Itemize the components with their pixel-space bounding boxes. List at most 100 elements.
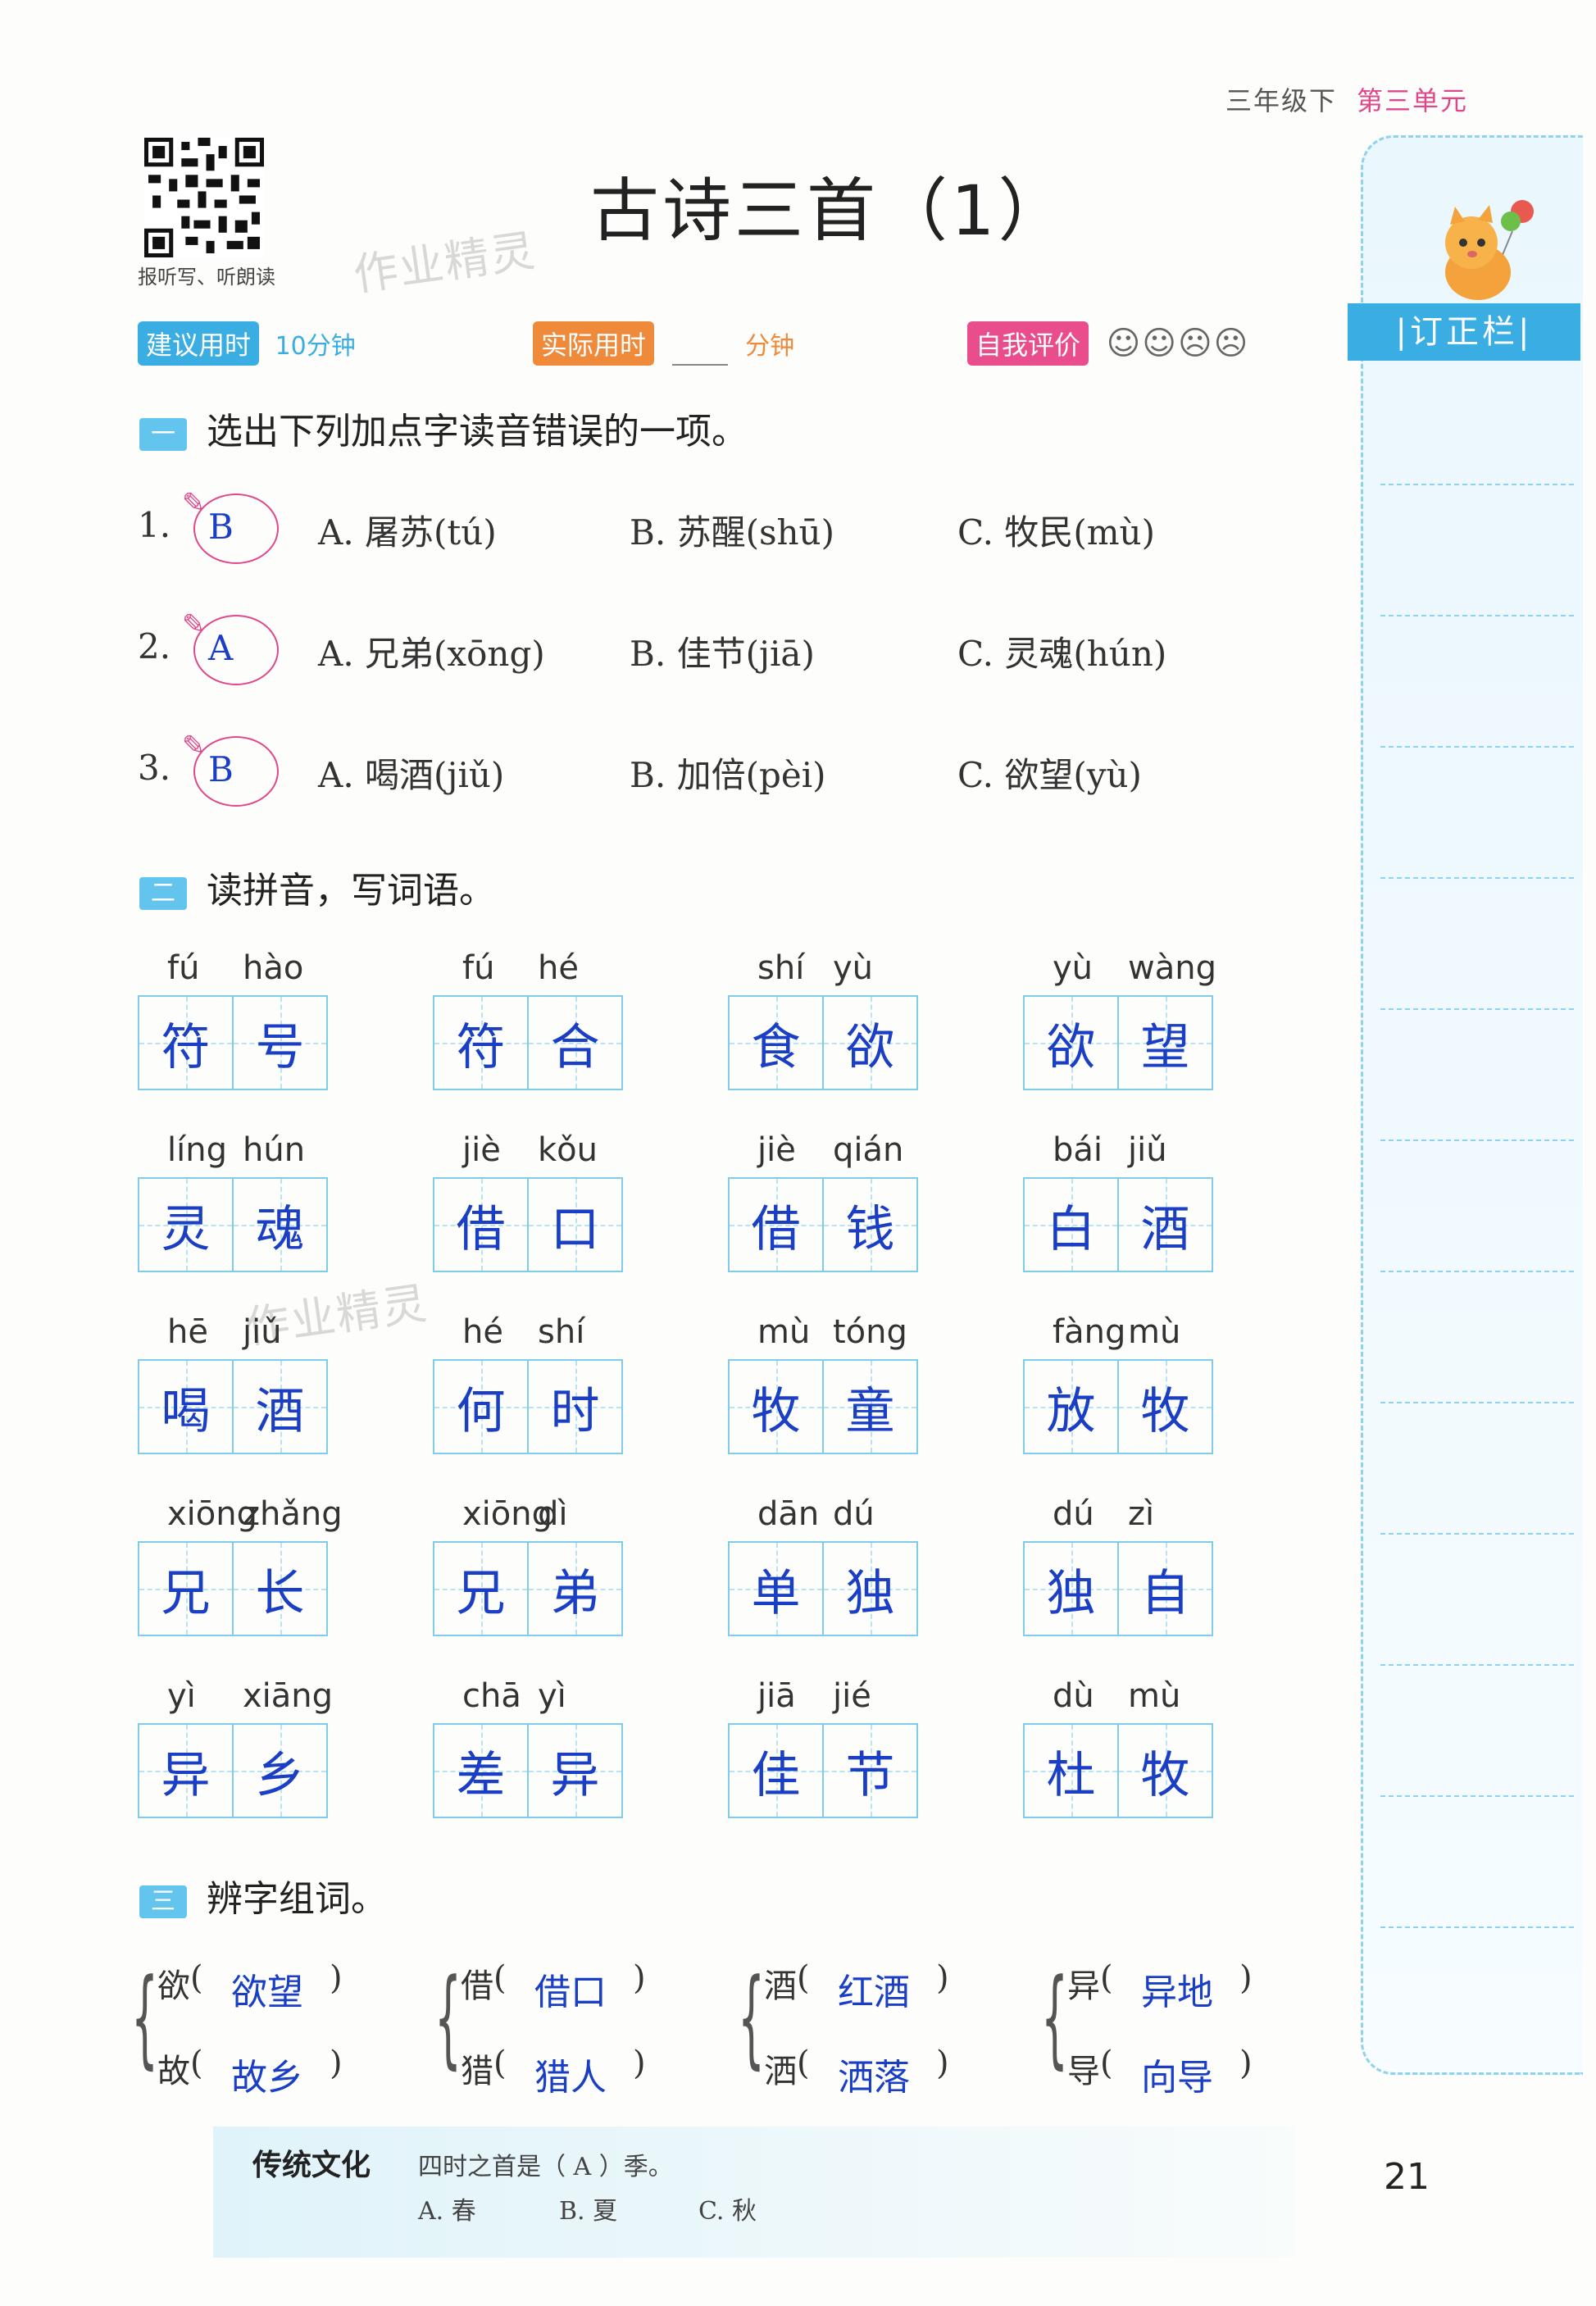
pinyin-2: xiāng — [243, 1677, 334, 1715]
tianzige-boxes[interactable]: 差异 — [433, 1723, 623, 1818]
close-paren: ) — [936, 2044, 949, 2082]
char-box[interactable]: 独 — [1025, 1543, 1119, 1635]
tianzige-boxes[interactable]: 单独 — [728, 1541, 918, 1636]
char-box[interactable]: 符 — [434, 997, 529, 1089]
pinyin: xiōng dì — [433, 1495, 623, 1541]
word-cell: hē jiǔ 喝酒 — [138, 1313, 328, 1454]
tianzige-boxes[interactable]: 食欲 — [728, 995, 918, 1090]
char-box[interactable]: 牧 — [1119, 1361, 1212, 1453]
char-box[interactable]: 望 — [1119, 997, 1212, 1089]
answer-word[interactable]: 异地 — [1141, 1963, 1213, 2015]
char-box[interactable]: 差 — [434, 1725, 529, 1817]
tianzige-boxes[interactable]: 符号 — [138, 995, 328, 1090]
tianzige-boxes[interactable]: 佳节 — [728, 1723, 918, 1818]
tianzige-boxes[interactable]: 欲望 — [1023, 995, 1213, 1090]
word-cell: jiè qián 借钱 — [728, 1131, 918, 1272]
tianzige-boxes[interactable]: 异乡 — [138, 1723, 328, 1818]
char-box[interactable]: 欲 — [1025, 997, 1119, 1089]
char-box[interactable]: 喝 — [139, 1361, 234, 1453]
char-box[interactable]: 牧 — [1119, 1725, 1212, 1817]
char-box[interactable]: 借 — [434, 1179, 529, 1271]
written-char: 时 — [550, 1382, 600, 1440]
answer-word[interactable]: 向导 — [1141, 2048, 1213, 2100]
written-char: 牧 — [1140, 1382, 1190, 1440]
char-box[interactable]: 符 — [139, 997, 234, 1089]
tianzige-boxes[interactable]: 符合 — [433, 995, 623, 1090]
char-box[interactable]: 独 — [824, 1543, 916, 1635]
answer-bubble[interactable] — [193, 493, 279, 564]
char-box[interactable]: 灵 — [139, 1179, 234, 1271]
char-box[interactable]: 何 — [434, 1361, 529, 1453]
char-box[interactable]: 牧 — [730, 1361, 824, 1453]
char-box[interactable]: 童 — [824, 1361, 916, 1453]
answer-word[interactable]: 洒落 — [838, 2048, 910, 2100]
char-box[interactable]: 节 — [824, 1725, 916, 1817]
section-1-number: 一 — [139, 417, 187, 451]
char-box[interactable]: 酒 — [234, 1361, 326, 1453]
char-box[interactable]: 长 — [234, 1543, 326, 1635]
char-box[interactable]: 口 — [529, 1179, 621, 1271]
char-box[interactable]: 白 — [1025, 1179, 1119, 1271]
char-box[interactable]: 兄 — [139, 1543, 234, 1635]
written-char: 自 — [1140, 1564, 1190, 1622]
char-box[interactable]: 借 — [730, 1179, 824, 1271]
char-box[interactable]: 欲 — [824, 997, 916, 1089]
char-box[interactable]: 号 — [234, 997, 326, 1089]
tianzige-boxes[interactable]: 放牧 — [1023, 1359, 1213, 1454]
tianzige-boxes[interactable]: 借钱 — [728, 1177, 918, 1272]
answer-bubble[interactable] — [193, 615, 279, 685]
tianzige-boxes[interactable]: 牧童 — [728, 1359, 918, 1454]
pinyin: líng hún — [138, 1131, 328, 1177]
tianzige-boxes[interactable]: 借口 — [433, 1177, 623, 1272]
char-box[interactable]: 兄 — [434, 1543, 529, 1635]
face-rating-icon[interactable]: ☺☺☹☹ — [1107, 325, 1250, 362]
char-box[interactable]: 自 — [1119, 1543, 1212, 1635]
answer-word[interactable]: 猎人 — [534, 2048, 607, 2100]
qr-code-icon[interactable] — [144, 138, 264, 257]
pinyin-1: dān — [757, 1495, 820, 1533]
char-box[interactable]: 单 — [730, 1543, 824, 1635]
char-box[interactable]: 时 — [529, 1361, 621, 1453]
answer-word[interactable]: 红酒 — [838, 1963, 910, 2015]
char-box[interactable]: 钱 — [824, 1179, 916, 1271]
char-box[interactable]: 食 — [730, 997, 824, 1089]
char-box[interactable]: 异 — [139, 1725, 234, 1817]
section-2-heading: 二读拼音，写词语。 — [139, 861, 495, 913]
word-cell: shí yù 食欲 — [728, 949, 918, 1090]
written-char: 欲 — [1046, 1018, 1096, 1076]
char-box[interactable]: 放 — [1025, 1361, 1119, 1453]
tianzige-boxes[interactable]: 白酒 — [1023, 1177, 1213, 1272]
char-box[interactable]: 弟 — [529, 1543, 621, 1635]
pinyin-2: tóng — [833, 1313, 907, 1351]
char-box[interactable]: 乡 — [234, 1725, 326, 1817]
tianzige-boxes[interactable]: 杜牧 — [1023, 1723, 1213, 1818]
char-box[interactable]: 异 — [529, 1725, 621, 1817]
written-char: 口 — [550, 1200, 600, 1258]
char-box[interactable]: 酒 — [1119, 1179, 1212, 1271]
answer-word[interactable]: 故乡 — [231, 2048, 303, 2100]
answer-word[interactable]: 借口 — [534, 1963, 607, 2015]
char-box[interactable]: 魂 — [234, 1179, 326, 1271]
char-box[interactable]: 合 — [529, 997, 621, 1089]
char-box[interactable]: 杜 — [1025, 1725, 1119, 1817]
tianzige-boxes[interactable]: 喝酒 — [138, 1359, 328, 1454]
pinyin-2: dì — [538, 1495, 568, 1533]
actual-unit: 分钟 — [745, 332, 795, 361]
char-box[interactable]: 佳 — [730, 1725, 824, 1817]
tianzige-boxes[interactable]: 独自 — [1023, 1541, 1213, 1636]
answer-bubble[interactable] — [193, 736, 279, 807]
correction-line — [1380, 746, 1574, 748]
tianzige-boxes[interactable]: 灵魂 — [138, 1177, 328, 1272]
written-char: 兄 — [456, 1564, 506, 1622]
answer-word[interactable]: 欲望 — [231, 1963, 303, 2015]
correction-line — [1380, 1926, 1574, 1928]
footer-option-b: B. 夏 — [559, 2197, 618, 2226]
tianzige-boxes[interactable]: 兄长 — [138, 1541, 328, 1636]
pinyin: jiè qián — [728, 1131, 918, 1177]
section-3-number: 三 — [139, 1885, 187, 1918]
correction-line — [1380, 484, 1574, 485]
tianzige-boxes[interactable]: 兄弟 — [433, 1541, 623, 1636]
word-cell: dú zì 独自 — [1023, 1495, 1213, 1636]
actual-time-blank[interactable] — [671, 364, 728, 366]
tianzige-boxes[interactable]: 何时 — [433, 1359, 623, 1454]
